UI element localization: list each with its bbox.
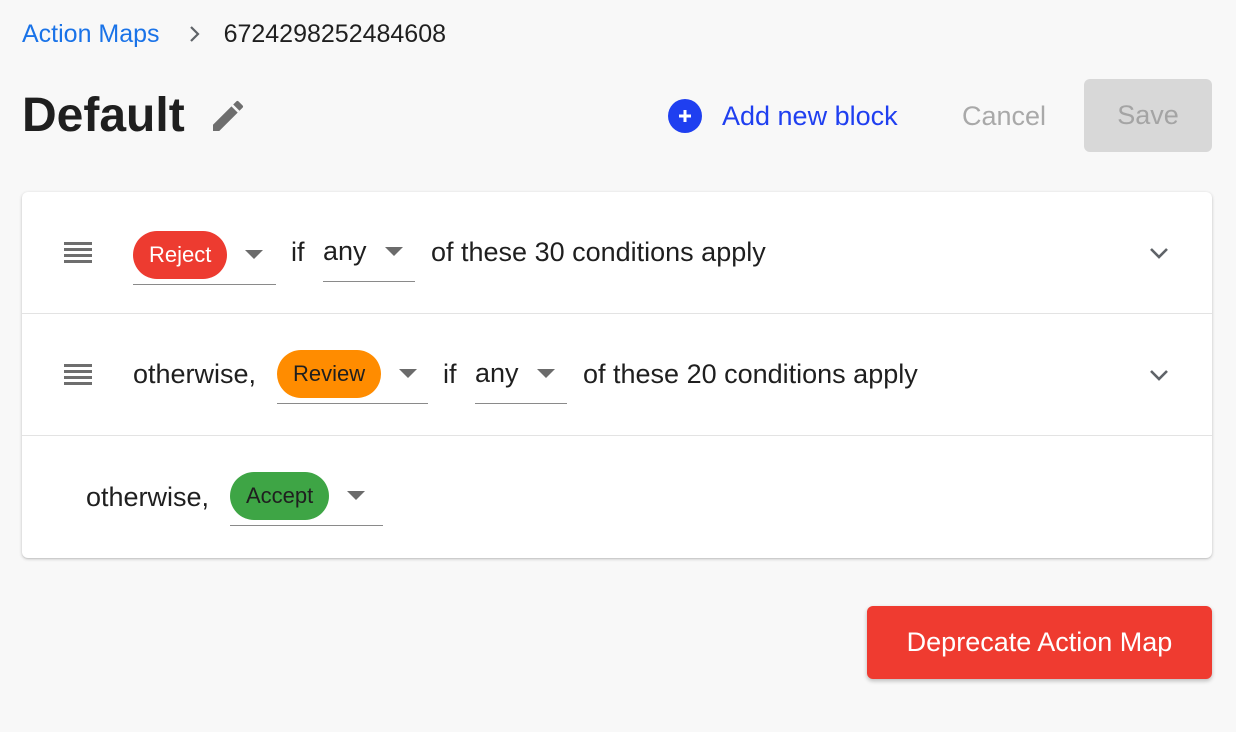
dropdown-caret-icon [399,369,418,378]
chevron-down-icon[interactable] [1146,362,1172,388]
breadcrumb: Action Maps 6724298252484608 [22,16,446,52]
default-action-select[interactable]: Accept [230,466,383,526]
deprecate-action-map-button[interactable]: Deprecate Action Map [867,606,1212,679]
rule-block: otherwise, Review if any of these 20 con… [22,313,1212,435]
action-select[interactable]: Reject [133,225,276,285]
conditions-text: of these 20 conditions apply [583,359,918,389]
action-chip: Reject [133,230,228,279]
action-chip: Review [277,349,382,398]
default-block: otherwise, Accept [22,435,1212,558]
if-label: if [291,237,305,267]
chevron-right-icon [188,24,202,44]
otherwise-label: otherwise, [133,359,257,389]
drag-handle-icon[interactable] [64,363,92,386]
cancel-button[interactable]: Cancel [952,98,1056,134]
plus-circle-icon [668,99,702,133]
breadcrumb-current: 6724298252484608 [223,19,447,48]
pencil-icon[interactable] [208,96,248,136]
dropdown-caret-icon [536,369,555,378]
match-select[interactable]: any [475,344,567,404]
action-select[interactable]: Review [277,344,428,404]
drag-handle-icon[interactable] [64,241,92,264]
match-select[interactable]: any [323,222,415,282]
page-title: Default [22,89,185,142]
add-new-block-label: Add new block [722,100,898,131]
if-label: if [443,359,457,389]
match-value: any [475,358,519,388]
action-map-card: Reject if any of these 30 conditions app… [22,192,1212,558]
dropdown-caret-icon [347,491,366,500]
breadcrumb-action-maps-link[interactable]: Action Maps [22,20,160,49]
otherwise-label: otherwise, [86,481,210,512]
dropdown-caret-icon [245,250,264,259]
rule-block: Reject if any of these 30 conditions app… [22,192,1212,313]
dropdown-caret-icon [384,247,403,256]
action-chip: Accept [230,471,330,520]
chevron-down-icon[interactable] [1146,240,1172,266]
save-button[interactable]: Save [1084,79,1212,152]
match-value: any [323,236,367,266]
conditions-text: of these 30 conditions apply [431,237,766,267]
add-new-block-button[interactable]: Add new block [668,98,898,134]
